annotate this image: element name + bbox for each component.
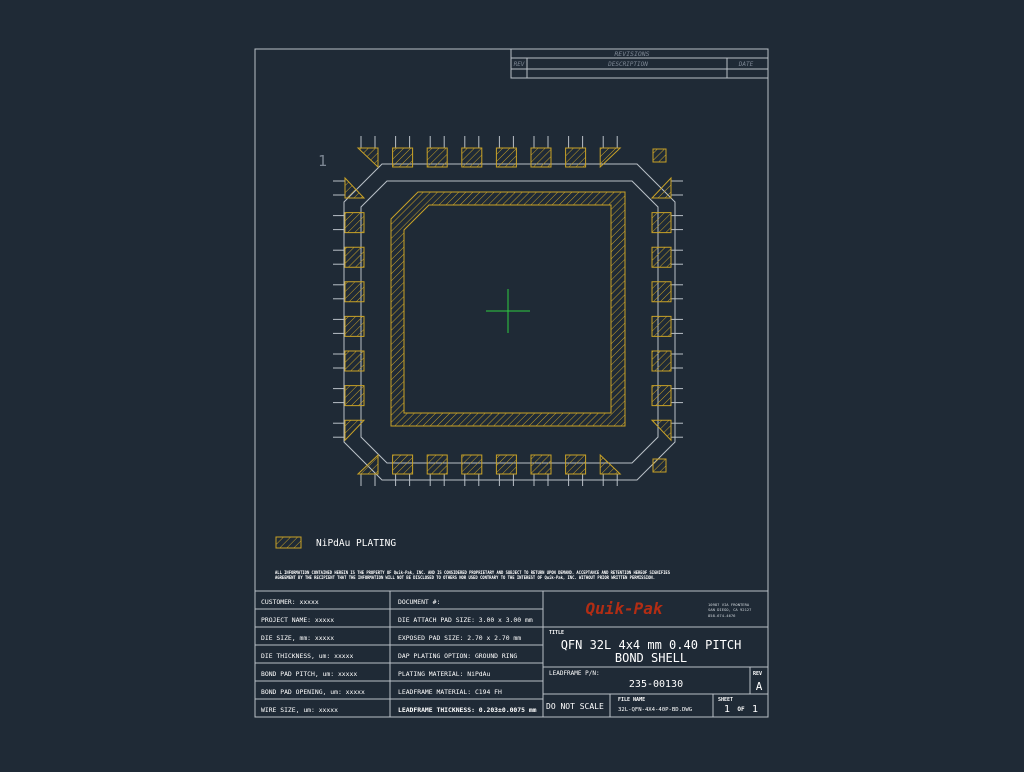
lead-bottom-2 xyxy=(392,454,414,486)
lead-left-4 xyxy=(333,281,365,303)
lead-bottom-6 xyxy=(530,454,552,486)
sheet-number: 1 xyxy=(724,704,730,715)
lead-top-2 xyxy=(392,136,414,168)
lead-left-2 xyxy=(333,212,365,234)
address-line-3: 858-674-4676 xyxy=(708,613,736,618)
sheet-of: OF xyxy=(737,706,745,713)
qfn-package-drawing: 1 xyxy=(318,136,683,486)
lead-bottom-4 xyxy=(461,454,483,486)
title-block-left-field-4: DIE THICKNESS, um: xxxxx xyxy=(261,652,353,660)
title-block-middle-field-3: EXPOSED PAD SIZE: 2.70 x 2.70 mm xyxy=(398,634,521,642)
title-block-middle-field-1: DOCUMENT #: xyxy=(398,598,440,606)
revisions-col-rev: REV xyxy=(514,61,525,68)
lead-right-3 xyxy=(651,246,683,268)
title-block-left-field-1: CUSTOMER: xxxxx xyxy=(261,598,319,606)
drawing-title-line-1: QFN 32L 4x4 mm 0.40 PITCH xyxy=(561,638,742,652)
drawing-canvas: REVISIONS REV DESCRIPTION DATE 1 NiPdAu … xyxy=(254,48,769,718)
disclaimer-line-2: AGREEMENT BY THE RECIPIENT THAT THE INFO… xyxy=(275,575,655,580)
drawing-title-line-2: BOND SHELL xyxy=(615,651,687,665)
revisions-col-date: DATE xyxy=(738,61,754,68)
title-block-left-field-7: WIRE SIZE, um: xxxxx xyxy=(261,706,338,714)
title-label: TITLE xyxy=(549,630,564,636)
address-line-2: SAN DIEGO, CA 92127 xyxy=(708,607,751,612)
lead-top-1 xyxy=(356,136,379,169)
legend-label: NiPdAu PLATING xyxy=(316,538,396,549)
revisions-block: REVISIONS REV DESCRIPTION DATE xyxy=(510,48,769,79)
lead-left-6 xyxy=(333,350,365,372)
file-name-value: 32L-QFN-4X4-40P-BD.DWG xyxy=(618,707,693,713)
lead-top-6 xyxy=(530,136,552,168)
corner-pad-br xyxy=(652,458,667,473)
lead-left-5 xyxy=(333,315,365,337)
title-block-left-field-3: DIE SIZE, mm: xxxxx xyxy=(261,634,334,642)
leadframe-pn-label: LEADFRAME P/N: xyxy=(549,670,600,677)
title-block-left-field-5: BOND PAD PITCH, um: xxxxx xyxy=(261,670,357,678)
lead-top-4 xyxy=(461,136,483,168)
drawing-sheet: REVISIONS REV DESCRIPTION DATE 1 NiPdAu … xyxy=(0,0,1024,768)
lead-top-3 xyxy=(426,136,448,168)
rev-value: A xyxy=(756,680,763,693)
title-block-middle-field-4: DAP PLATING OPTION: GROUND RING xyxy=(398,652,517,660)
pin-one-label: 1 xyxy=(318,152,327,170)
lead-bottom-5 xyxy=(495,454,517,486)
file-name-label: FILE NAME xyxy=(618,697,645,703)
lead-left-8 xyxy=(333,419,366,442)
sheet-label: SHEET xyxy=(718,697,733,703)
title-block-middle-field-7: LEADFRAME THICKNESS: 0.203±0.0075 mm xyxy=(398,706,537,714)
revisions-col-description: DESCRIPTION xyxy=(607,61,648,68)
lead-top-8 xyxy=(599,136,622,169)
lead-right-2 xyxy=(651,212,683,234)
lead-right-1 xyxy=(650,176,683,199)
revisions-header: REVISIONS xyxy=(614,50,649,58)
lead-bottom-8 xyxy=(599,453,622,486)
lead-right-5 xyxy=(651,315,683,337)
lead-left-7 xyxy=(333,385,365,407)
lead-bottom-3 xyxy=(426,454,448,486)
corner-pad-tr xyxy=(652,148,667,163)
lead-bottom-7 xyxy=(565,454,587,486)
lead-left-3 xyxy=(333,246,365,268)
lead-right-4 xyxy=(651,281,683,303)
sheet-total: 1 xyxy=(752,704,758,715)
lead-left-1 xyxy=(333,176,366,199)
rev-label: REV xyxy=(753,671,762,677)
lead-right-8 xyxy=(650,419,683,442)
title-block: Quik-Pak 10987 VIA FRONTERA SAN DIEGO, C… xyxy=(255,590,768,717)
title-block-middle-field-5: PLATING MATERIAL: NiPdAu xyxy=(398,670,490,678)
title-block-left-field-6: BOND PAD OPENING, um: xxxxx xyxy=(261,688,365,696)
title-block-left-field-2: PROJECT NAME: xxxxx xyxy=(261,616,334,624)
title-block-middle-field-6: LEADFRAME MATERIAL: C194 FH xyxy=(398,688,502,696)
lead-right-7 xyxy=(651,385,683,407)
lead-top-5 xyxy=(495,136,517,168)
title-block-middle-field-2: DIE ATTACH PAD SIZE: 3.00 x 3.00 mm xyxy=(398,616,533,624)
lead-top-7 xyxy=(565,136,587,168)
do-not-scale: DO NOT SCALE xyxy=(546,702,604,711)
lead-right-6 xyxy=(651,350,683,372)
company-logo: Quik-Pak xyxy=(585,599,663,618)
legend-swatch xyxy=(275,536,302,549)
leadframe-pn-value: 235-00130 xyxy=(629,679,683,690)
